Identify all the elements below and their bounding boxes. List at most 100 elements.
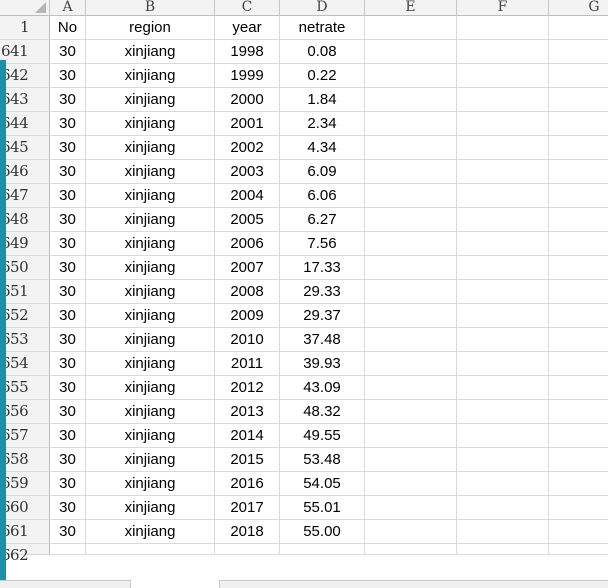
cell-year[interactable]: 2013 xyxy=(215,400,280,424)
cell-region[interactable]: xinjiang xyxy=(86,256,215,280)
empty-cell[interactable] xyxy=(549,352,608,376)
empty-cell[interactable] xyxy=(457,160,549,184)
empty-cell[interactable] xyxy=(365,136,457,160)
cell-no[interactable]: 30 xyxy=(50,160,86,184)
cell-netrate[interactable]: 0.22 xyxy=(280,64,365,88)
cell-region[interactable]: xinjiang xyxy=(86,352,215,376)
cell-no[interactable]: 30 xyxy=(50,40,86,64)
empty-cell[interactable] xyxy=(365,208,457,232)
cell-netrate[interactable]: 29.37 xyxy=(280,304,365,328)
cell-netrate[interactable]: 39.93 xyxy=(280,352,365,376)
empty-cell[interactable] xyxy=(457,304,549,328)
cell-netrate[interactable]: 48.32 xyxy=(280,400,365,424)
cell-year[interactable]: 2003 xyxy=(215,160,280,184)
cell-year[interactable]: 2018 xyxy=(215,520,280,544)
empty-cell[interactable] xyxy=(365,184,457,208)
empty-cell[interactable] xyxy=(457,112,549,136)
empty-cell[interactable] xyxy=(549,256,608,280)
row-header[interactable]: 641 xyxy=(0,40,50,64)
cell-netrate[interactable]: 17.33 xyxy=(280,256,365,280)
cell-year[interactable]: 2012 xyxy=(215,376,280,400)
header-cell-no[interactable]: No xyxy=(50,16,86,40)
empty-cell[interactable] xyxy=(365,64,457,88)
empty-cell[interactable] xyxy=(457,280,549,304)
cell-year[interactable]: 2006 xyxy=(215,232,280,256)
row-header[interactable]: 645 xyxy=(0,136,50,160)
cell-year[interactable]: 2008 xyxy=(215,280,280,304)
empty-cell[interactable] xyxy=(365,472,457,496)
cell-no[interactable]: 30 xyxy=(50,520,86,544)
cell-year[interactable]: 2001 xyxy=(215,112,280,136)
row-header[interactable]: 648 xyxy=(0,208,50,232)
row-header[interactable]: 658 xyxy=(0,448,50,472)
cell-year[interactable]: 2017 xyxy=(215,496,280,520)
empty-cell[interactable] xyxy=(457,232,549,256)
row-header[interactable]: 647 xyxy=(0,184,50,208)
row-header[interactable]: 657 xyxy=(0,424,50,448)
cell-no[interactable]: 30 xyxy=(50,376,86,400)
empty-cell[interactable] xyxy=(457,376,549,400)
column-header-c[interactable]: C xyxy=(215,0,280,16)
cell-year[interactable]: 1999 xyxy=(215,64,280,88)
row-header[interactable]: 656 xyxy=(0,400,50,424)
empty-cell[interactable] xyxy=(365,496,457,520)
empty-cell[interactable] xyxy=(457,352,549,376)
cell-netrate[interactable]: 29.33 xyxy=(280,280,365,304)
empty-cell[interactable] xyxy=(549,496,608,520)
select-all-corner[interactable] xyxy=(0,0,50,16)
cell-no[interactable]: 30 xyxy=(50,400,86,424)
cell-year[interactable]: 2007 xyxy=(215,256,280,280)
empty-cell[interactable] xyxy=(365,232,457,256)
empty-cell[interactable] xyxy=(549,184,608,208)
empty-cell[interactable] xyxy=(457,520,549,544)
cell-year[interactable]: 2015 xyxy=(215,448,280,472)
cell-region[interactable]: xinjiang xyxy=(86,136,215,160)
cell-netrate[interactable]: 0.08 xyxy=(280,40,365,64)
cell-no[interactable]: 30 xyxy=(50,496,86,520)
cell-no[interactable]: 30 xyxy=(50,352,86,376)
empty-cell[interactable] xyxy=(457,400,549,424)
empty-cell[interactable] xyxy=(50,544,86,555)
empty-cell[interactable] xyxy=(457,544,549,555)
cell-region[interactable]: xinjiang xyxy=(86,232,215,256)
row-header[interactable]: 660 xyxy=(0,496,50,520)
cell-region[interactable]: xinjiang xyxy=(86,496,215,520)
cell-netrate[interactable]: 55.01 xyxy=(280,496,365,520)
empty-cell[interactable] xyxy=(365,424,457,448)
cell-region[interactable]: xinjiang xyxy=(86,208,215,232)
cell-netrate[interactable]: 55.00 xyxy=(280,520,365,544)
cell-region[interactable]: xinjiang xyxy=(86,520,215,544)
empty-cell[interactable] xyxy=(549,424,608,448)
cell-no[interactable]: 30 xyxy=(50,136,86,160)
empty-cell[interactable] xyxy=(365,16,457,40)
cell-netrate[interactable]: 37.48 xyxy=(280,328,365,352)
empty-cell[interactable] xyxy=(549,304,608,328)
cell-year[interactable]: 2002 xyxy=(215,136,280,160)
cell-region[interactable]: xinjiang xyxy=(86,184,215,208)
empty-cell[interactable] xyxy=(365,112,457,136)
cell-netrate[interactable]: 1.84 xyxy=(280,88,365,112)
row-header[interactable]: 661 xyxy=(0,520,50,544)
cell-netrate[interactable]: 4.34 xyxy=(280,136,365,160)
row-header[interactable]: 644 xyxy=(0,112,50,136)
row-header[interactable]: 642 xyxy=(0,64,50,88)
cell-year[interactable]: 2000 xyxy=(215,88,280,112)
empty-cell[interactable] xyxy=(457,208,549,232)
empty-cell[interactable] xyxy=(365,328,457,352)
empty-cell[interactable] xyxy=(457,136,549,160)
cell-no[interactable]: 30 xyxy=(50,280,86,304)
empty-cell[interactable] xyxy=(365,280,457,304)
cell-year[interactable]: 2010 xyxy=(215,328,280,352)
cell-year[interactable]: 1998 xyxy=(215,40,280,64)
cell-region[interactable]: xinjiang xyxy=(86,328,215,352)
sheet-tab[interactable] xyxy=(130,580,220,588)
empty-cell[interactable] xyxy=(549,472,608,496)
cell-netrate[interactable]: 2.34 xyxy=(280,112,365,136)
cell-no[interactable]: 30 xyxy=(50,64,86,88)
cell-netrate[interactable]: 7.56 xyxy=(280,232,365,256)
cell-year[interactable]: 2014 xyxy=(215,424,280,448)
row-header[interactable]: 649 xyxy=(0,232,50,256)
row-header[interactable]: 654 xyxy=(0,352,50,376)
column-header-g[interactable]: G xyxy=(549,0,608,16)
empty-cell[interactable] xyxy=(549,544,608,555)
